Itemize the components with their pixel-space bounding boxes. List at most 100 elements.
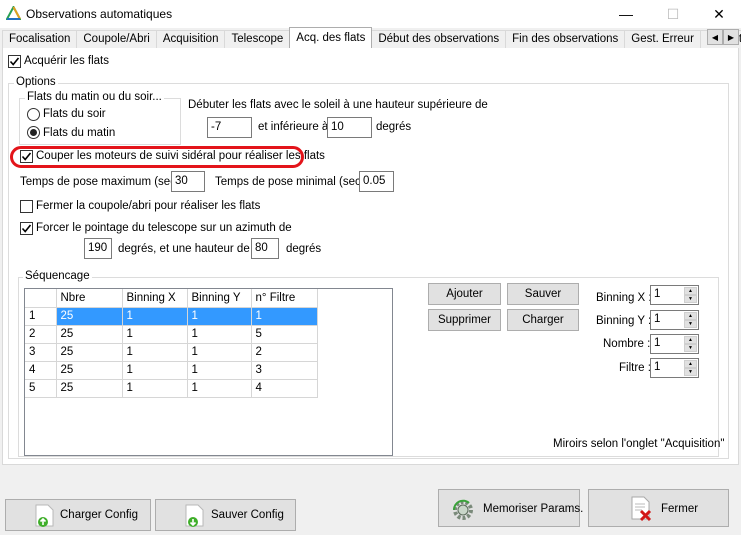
grid-cell[interactable]: 4 bbox=[251, 379, 318, 398]
row-header[interactable]: 5 bbox=[25, 379, 57, 398]
altitude-unit-label: degrés bbox=[286, 243, 322, 255]
gear-icon bbox=[451, 498, 475, 525]
spin-up-icon[interactable]: ▲ bbox=[684, 287, 697, 295]
grid-column-header[interactable]: Binning X bbox=[122, 289, 188, 308]
table-row[interactable]: 4 25 1 1 3 bbox=[25, 361, 318, 380]
binning-y-spinner[interactable]: 1 ▲ ▼ bbox=[650, 310, 699, 330]
table-row[interactable]: 1 25 1 1 1 bbox=[25, 307, 318, 326]
grid-cell[interactable]: 1 bbox=[187, 361, 252, 380]
tab-strip: Focalisation Coupole/Abri Acquisition Te… bbox=[2, 27, 741, 48]
tab-telescope[interactable]: Telescope bbox=[224, 30, 291, 48]
row-header[interactable]: 4 bbox=[25, 361, 57, 380]
cut-motors-checkbox[interactable] bbox=[20, 150, 33, 163]
row-header[interactable]: 1 bbox=[25, 307, 57, 326]
save-config-button[interactable]: Sauver Config bbox=[155, 499, 296, 531]
tab-acquisition[interactable]: Acquisition bbox=[155, 30, 226, 48]
grid-cell[interactable]: 1 bbox=[122, 325, 188, 344]
tab-gest-erreur[interactable]: Gest. Erreur bbox=[624, 30, 701, 48]
tab-focalisation[interactable]: Focalisation bbox=[2, 30, 78, 48]
tab-fin-observations[interactable]: Fin des observations bbox=[505, 30, 626, 48]
grid-cell[interactable]: 1 bbox=[187, 343, 252, 362]
grid-corner-header bbox=[25, 289, 57, 308]
load-config-button[interactable]: Charger Config bbox=[5, 499, 151, 531]
close-document-icon bbox=[629, 496, 653, 525]
spin-down-icon[interactable]: ▼ bbox=[684, 295, 697, 303]
sun-unit-label: degrés bbox=[376, 121, 412, 133]
grid-cell[interactable]: 25 bbox=[56, 361, 123, 380]
save-button[interactable]: Sauver bbox=[507, 283, 579, 305]
grid-cell[interactable]: 3 bbox=[251, 361, 318, 380]
grid-cell[interactable]: 25 bbox=[56, 325, 123, 344]
sun-max-input[interactable]: 10 bbox=[327, 117, 372, 138]
sun-min-input[interactable]: -7 bbox=[207, 117, 252, 138]
binning-x-label: Binning X : bbox=[596, 292, 652, 304]
minimize-button[interactable]: — bbox=[603, 0, 649, 28]
cut-motors-label: Couper les moteurs de suivi sidéral pour… bbox=[36, 150, 325, 162]
count-value: 1 bbox=[654, 337, 661, 349]
grid-column-header[interactable]: Nbre bbox=[56, 289, 123, 308]
sun-and-label: et inférieure à bbox=[258, 121, 329, 133]
spin-up-icon[interactable]: ▲ bbox=[684, 336, 697, 344]
acquire-flats-checkbox[interactable] bbox=[8, 55, 21, 68]
filter-label: Filtre : bbox=[619, 362, 651, 374]
memorize-params-button[interactable]: Memoriser Params. bbox=[438, 489, 583, 527]
tab-scroll-right-icon[interactable]: ▶ bbox=[723, 29, 739, 45]
evening-flats-label: Flats du soir bbox=[43, 108, 106, 120]
spin-down-icon[interactable]: ▼ bbox=[684, 368, 697, 376]
tab-coupole-abri[interactable]: Coupole/Abri bbox=[76, 30, 157, 48]
count-spinner[interactable]: 1 ▲ ▼ bbox=[650, 334, 699, 354]
evening-flats-radio[interactable] bbox=[27, 108, 40, 121]
grid-cell[interactable]: 25 bbox=[56, 307, 123, 326]
filter-spinner[interactable]: 1 ▲ ▼ bbox=[650, 358, 699, 378]
maximize-button[interactable]: ☐ bbox=[650, 0, 696, 28]
load-config-icon bbox=[34, 504, 56, 531]
spin-up-icon[interactable]: ▲ bbox=[684, 312, 697, 320]
grid-cell[interactable]: 25 bbox=[56, 343, 123, 362]
azimuth-input[interactable]: 190 bbox=[84, 238, 112, 259]
binning-x-spinner[interactable]: 1 ▲ ▼ bbox=[650, 285, 699, 305]
grid-cell[interactable]: 1 bbox=[122, 343, 188, 362]
grid-cell[interactable]: 1 bbox=[122, 379, 188, 398]
max-exposure-label: Temps de pose maximum (sec) bbox=[20, 176, 180, 188]
grid-cell[interactable]: 2 bbox=[251, 343, 318, 362]
table-row[interactable]: 2 25 1 1 5 bbox=[25, 325, 318, 344]
acquire-flats-label: Acquérir les flats bbox=[24, 55, 110, 67]
close-dome-label: Fermer la coupole/abri pour réaliser les… bbox=[36, 200, 261, 212]
spin-down-icon[interactable]: ▼ bbox=[684, 320, 697, 328]
grid-cell[interactable]: 1 bbox=[251, 307, 318, 326]
tab-acq-flats[interactable]: Acq. des flats bbox=[289, 27, 373, 48]
tab-scroll-left-icon[interactable]: ◀ bbox=[707, 29, 723, 45]
grid-cell[interactable]: 1 bbox=[187, 307, 252, 326]
morning-flats-radio[interactable] bbox=[27, 126, 40, 139]
grid-column-header[interactable]: n° Filtre bbox=[251, 289, 318, 308]
close-window-button[interactable]: ✕ bbox=[696, 0, 741, 28]
spin-down-icon[interactable]: ▼ bbox=[684, 344, 697, 352]
sequence-grid[interactable]: Nbre Binning X Binning Y n° Filtre 1 25 … bbox=[24, 288, 393, 456]
grid-cell[interactable]: 1 bbox=[187, 379, 252, 398]
grid-cell[interactable]: 1 bbox=[122, 307, 188, 326]
grid-cell[interactable]: 1 bbox=[122, 361, 188, 380]
delete-button[interactable]: Supprimer bbox=[428, 309, 501, 331]
min-exposure-input[interactable]: 0.05 bbox=[359, 171, 394, 192]
spin-up-icon[interactable]: ▲ bbox=[684, 360, 697, 368]
table-row[interactable]: 5 25 1 1 4 bbox=[25, 379, 318, 398]
row-header[interactable]: 2 bbox=[25, 325, 57, 344]
grid-cell[interactable]: 5 bbox=[251, 325, 318, 344]
add-button[interactable]: Ajouter bbox=[428, 283, 501, 305]
max-exposure-input[interactable]: 30 bbox=[171, 171, 205, 192]
tab-debut-observations[interactable]: Début des observations bbox=[371, 30, 507, 48]
azimuth-mid-label: degrés, et une hauteur de bbox=[118, 243, 250, 255]
sun-start-label: Débuter les flats avec le soleil à une h… bbox=[188, 99, 488, 111]
grid-cell[interactable]: 25 bbox=[56, 379, 123, 398]
grid-column-header[interactable]: Binning Y bbox=[187, 289, 252, 308]
row-header[interactable]: 3 bbox=[25, 343, 57, 362]
force-pointing-checkbox[interactable] bbox=[20, 222, 33, 235]
close-button[interactable]: Fermer bbox=[588, 489, 729, 527]
table-row[interactable]: 3 25 1 1 2 bbox=[25, 343, 318, 362]
altitude-input[interactable]: 80 bbox=[251, 238, 279, 259]
load-button[interactable]: Charger bbox=[507, 309, 579, 331]
grid-cell[interactable]: 1 bbox=[187, 325, 252, 344]
window-title: Observations automatiques bbox=[26, 7, 173, 21]
close-dome-checkbox[interactable] bbox=[20, 200, 33, 213]
save-config-icon bbox=[184, 504, 206, 531]
